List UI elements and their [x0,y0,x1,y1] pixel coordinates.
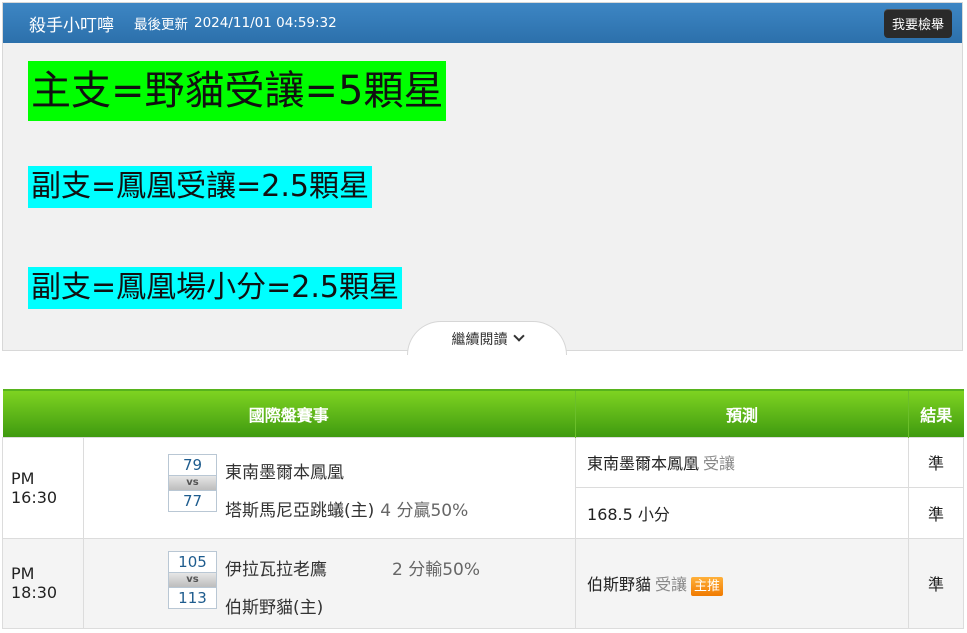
table-header-row: 國際盤賽事 預測 結果 [2,389,964,437]
chevron-down-icon [512,330,525,342]
header-international-events: 國際盤賽事 [2,389,577,437]
prediction-cell: 伯斯野貓 受讓 主推 [575,537,910,629]
score-home: 77 [168,489,217,512]
result-cell: 準 [908,436,965,488]
spread-odds: 4 分贏50% [380,500,469,521]
secondary-pick-tip-1: 副支=鳳凰受讓=2.5顆星 [28,166,372,208]
team-home[interactable]: 塔斯馬尼亞跳蟻(主) [225,501,374,521]
header-result: 結果 [908,389,964,437]
main-pick-badge: 主推 [691,576,724,596]
score-away: 105 [168,551,217,573]
scoreboard: 105 vs 113 [168,551,217,609]
header-prediction: 預測 [575,389,910,437]
table-row: PM 16:30 79 vs 77 東南墨爾本鳳凰 塔斯馬尼亞跳蟻(主) 4 分贏… [2,436,965,539]
main-pick-tip: 主支=野貓受讓=5顆星 [28,61,447,121]
prediction-hint: 受讓 [703,454,736,474]
result-cell: 準 [908,487,965,539]
prediction-hint: 受讓 [655,574,688,594]
results-table: 國際盤賽事 預測 結果 PM 16:30 79 vs 77 東南墨爾本鳳凰 塔斯… [2,389,965,629]
prediction-pick: 伯斯野貓 [587,574,652,594]
match-cell: 79 vs 77 東南墨爾本鳳凰 塔斯馬尼亞跳蟻(主) 4 分贏50% [82,436,577,539]
last-updated-value: 2024/11/01 04:59:32 [194,15,337,31]
match-cell: 105 vs 113 伊拉瓦拉老鷹 2 分輸50% 伯斯野貓(主) [82,537,577,629]
score-home: 113 [168,587,217,609]
game-time: PM 18:30 [2,537,84,629]
read-more-button[interactable]: 繼續閱讀 [407,321,567,355]
spread-odds: 2 分輸50% [392,560,481,580]
article-header: 殺手小叮嚀 最後更新 2024/11/01 04:59:32 我要檢舉 [3,3,962,43]
article-card: 殺手小叮嚀 最後更新 2024/11/01 04:59:32 我要檢舉 主支=野… [2,2,963,355]
team-away[interactable]: 東南墨爾本鳳凰 [225,458,344,483]
prediction-cell: 東南墨爾本鳳凰 受讓 [575,436,910,488]
scoreboard: 79 vs 77 [168,453,217,512]
game-time: PM 16:30 [2,436,84,539]
secondary-pick-tip-2: 副支=鳳凰場小分=2.5顆星 [28,267,402,309]
last-updated-label: 最後更新 [134,17,188,33]
vs-label: vs [168,475,217,490]
prediction-cell: 168.5 小分 [575,487,910,539]
vs-label: vs [168,573,217,587]
report-button[interactable]: 我要檢舉 [883,8,952,38]
score-away: 79 [168,453,217,476]
author-name[interactable]: 殺手小叮嚀 [29,11,114,36]
table-row: PM 18:30 105 vs 113 伊拉瓦拉老鷹 2 分輸50% 伯斯野貓(… [2,537,965,629]
team-home-row: 塔斯馬尼亞跳蟻(主) 4 分贏50% [225,496,468,521]
result-cell: 準 [908,537,965,629]
team-away[interactable]: 伊拉瓦拉老鷹 [225,555,327,580]
prediction-pick: 東南墨爾本鳳凰 [587,454,700,474]
prediction-pick: 168.5 小分 [587,504,670,524]
team-home[interactable]: 伯斯野貓(主) [225,593,323,618]
read-more-label: 繼續閱讀 [451,331,508,348]
